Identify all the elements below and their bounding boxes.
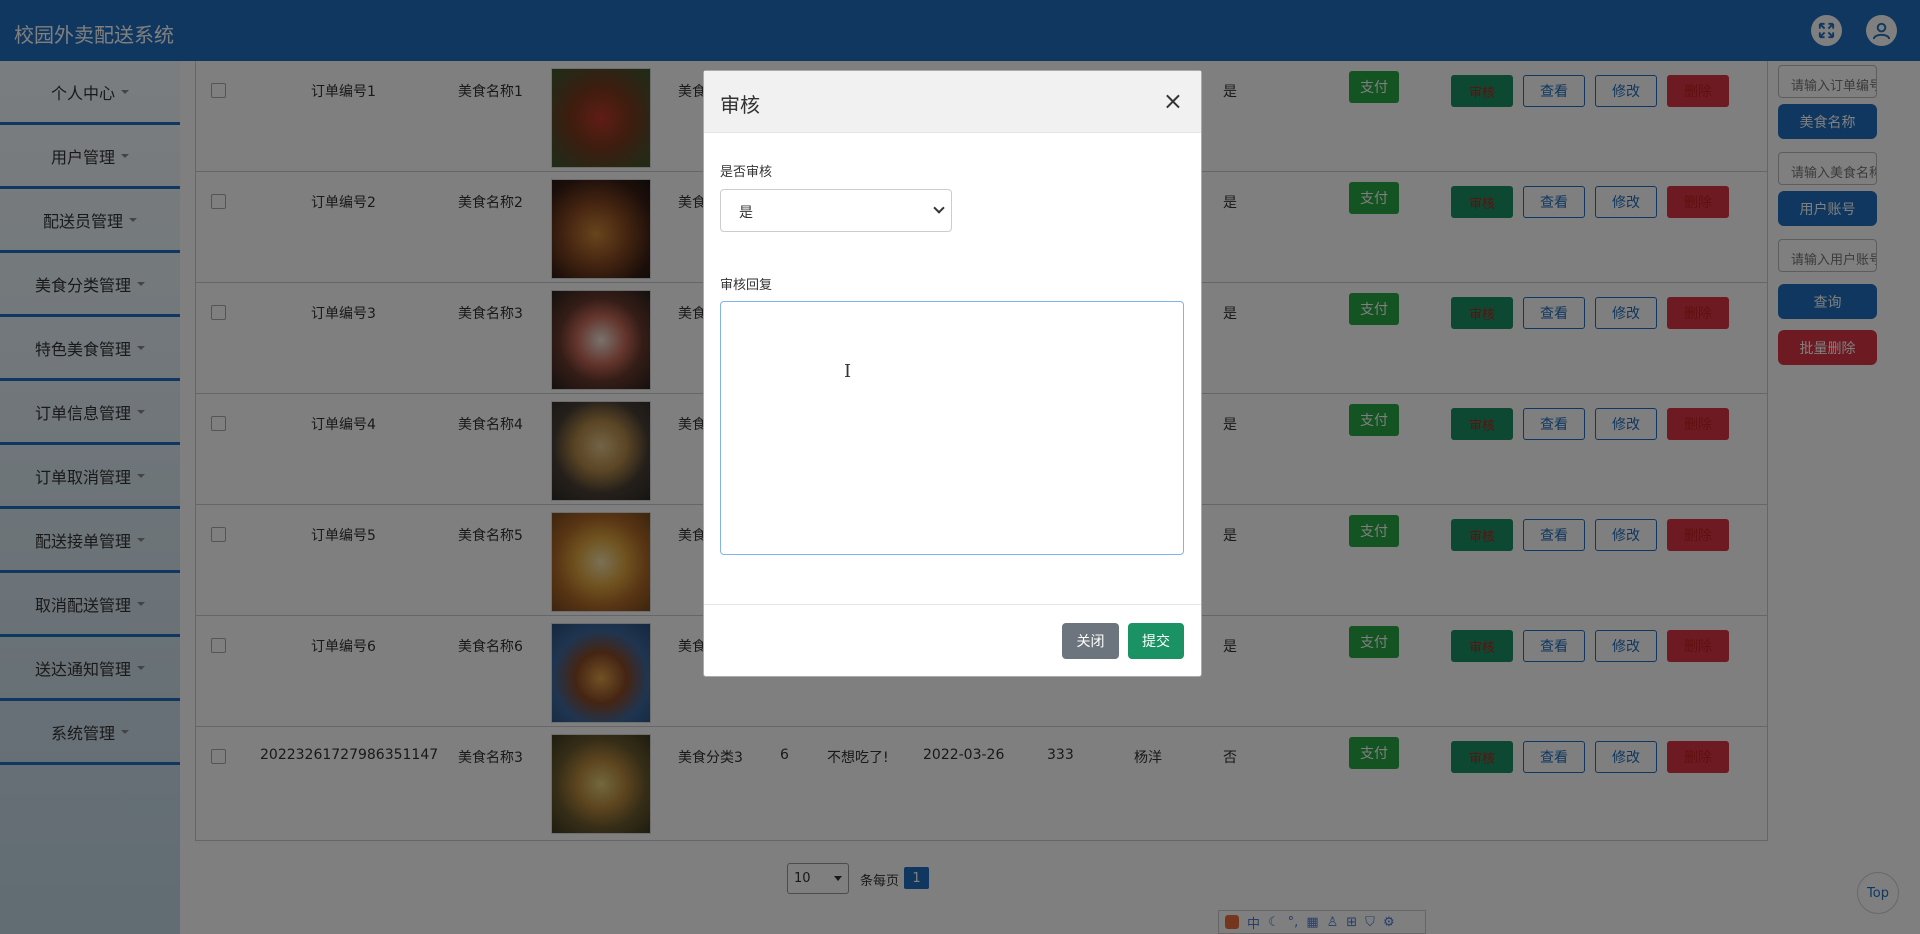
approve-field-label: 是否审核 bbox=[720, 165, 773, 180]
modal-footer: 关闭 提交 bbox=[704, 604, 1201, 676]
modal-header: 审核 × bbox=[704, 71, 1201, 133]
approve-select-value: 是 bbox=[739, 205, 753, 221]
modal-title: 审核 bbox=[720, 93, 760, 117]
close-button[interactable]: 关闭 bbox=[1062, 623, 1119, 659]
submit-button[interactable]: 提交 bbox=[1128, 623, 1184, 659]
text-cursor-icon: I bbox=[844, 361, 852, 382]
close-icon[interactable]: × bbox=[1163, 87, 1183, 115]
reply-textarea[interactable]: I bbox=[720, 301, 1184, 555]
chevron-down-icon bbox=[933, 202, 945, 214]
reply-field-label: 审核回复 bbox=[720, 278, 773, 293]
approve-select[interactable]: 是 bbox=[720, 189, 952, 232]
audit-modal: 审核 × 是否审核 是 审核回复 I 关闭 提交 bbox=[703, 70, 1202, 677]
